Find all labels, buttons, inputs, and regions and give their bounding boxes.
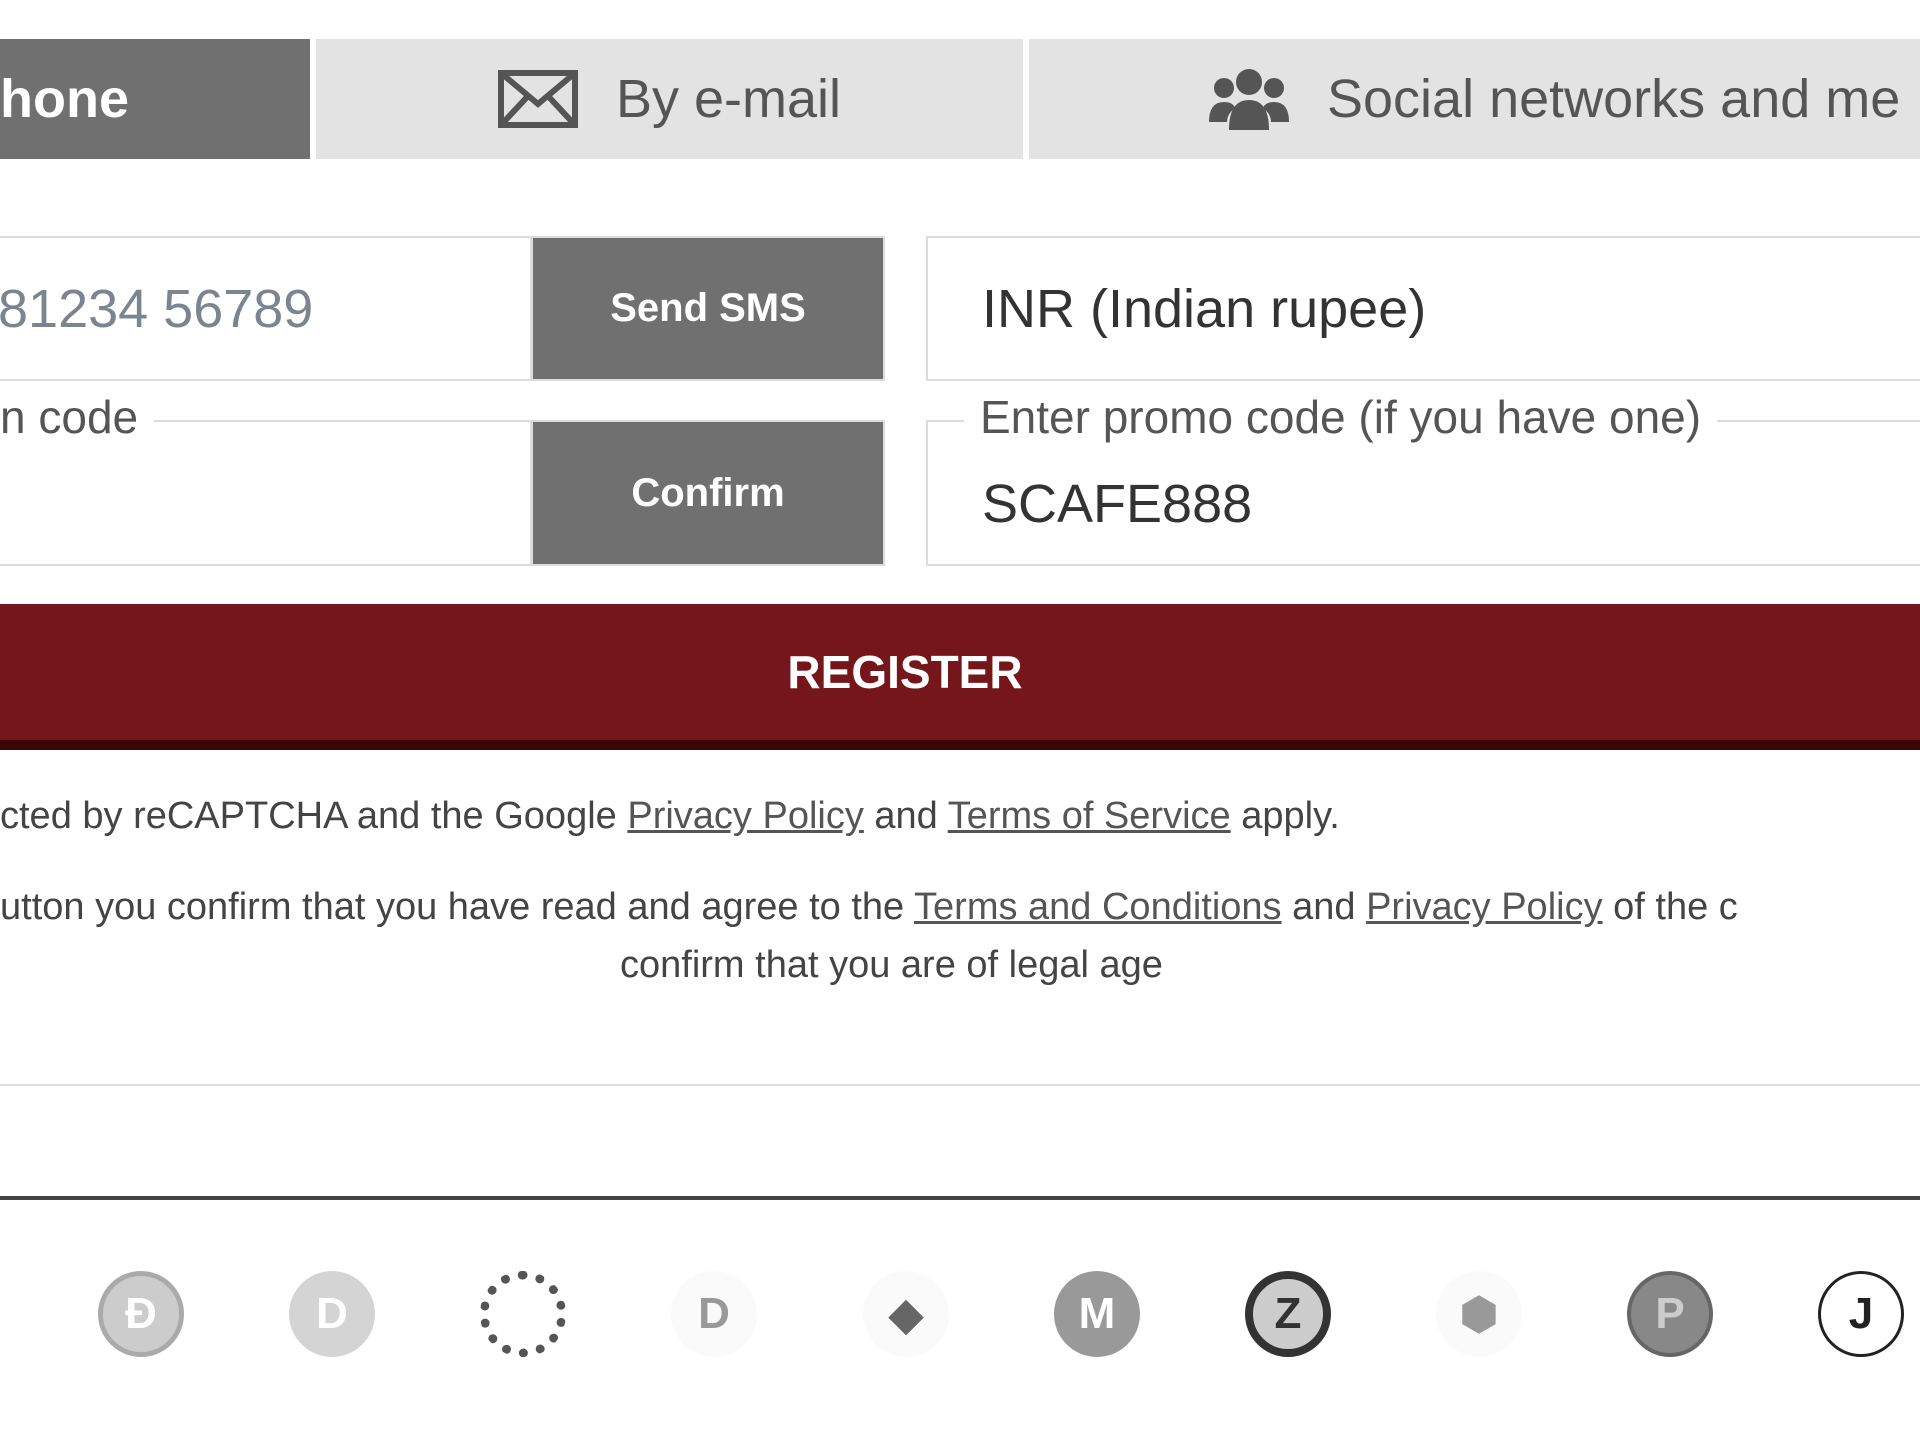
promo-code-legend: Enter promo code (if you have one): [964, 394, 1718, 440]
terms-conditions-link[interactable]: Terms and Conditions: [914, 886, 1282, 928]
currency-value: INR (Indian rupee): [982, 278, 1427, 339]
footer-border: [0, 1196, 1920, 1200]
dogecoin-icon: Ð: [98, 1271, 184, 1357]
text: utton you confirm that you have read and…: [0, 886, 905, 928]
text: cted by reCAPTCHA and the Google: [0, 795, 617, 837]
polkadot-icon: ●: [480, 1271, 566, 1357]
text: apply.: [1241, 795, 1340, 837]
confirmation-code-legend: n code: [0, 394, 155, 440]
tab-label: By e-mail: [615, 69, 842, 129]
text: of the c: [1613, 886, 1738, 928]
confirm-label: Confirm: [631, 470, 785, 515]
confirm-button[interactable]: Confirm: [531, 420, 885, 566]
tab-social[interactable]: Social networks and me: [1029, 39, 1920, 159]
tab-phone[interactable]: hone: [0, 39, 310, 159]
divider: [0, 1084, 1920, 1086]
phone-input[interactable]: 81234 56789: [0, 236, 532, 381]
tab-label: Social networks and me: [1327, 69, 1901, 129]
envelope-icon: [497, 70, 578, 128]
phone-value: 81234 56789: [0, 278, 314, 339]
zcash-icon: Z: [1245, 1271, 1331, 1357]
currency-select[interactable]: INR (Indian rupee): [926, 236, 1920, 381]
nem-icon: ⬢: [1436, 1271, 1522, 1357]
agreement-notice: utton you confirm that you have read and…: [0, 888, 1738, 926]
text: and: [1292, 886, 1356, 928]
ethereum-icon: ◆: [863, 1271, 949, 1357]
register-label: REGISTER: [787, 646, 1023, 698]
monero-icon: M: [1054, 1271, 1140, 1357]
users-icon: [1209, 69, 1289, 130]
dash-icon: D: [671, 1271, 757, 1357]
juventus-icon: J: [1818, 1271, 1904, 1357]
send-sms-label: Send SMS: [610, 286, 806, 330]
terms-of-service-link[interactable]: Terms of Service: [948, 795, 1231, 837]
privacy-policy-link[interactable]: Privacy Policy: [627, 795, 864, 837]
psg-icon: P: [1627, 1271, 1713, 1357]
dai-icon: D: [289, 1271, 375, 1357]
register-button[interactable]: REGISTER: [0, 604, 1920, 750]
text: and: [874, 795, 938, 837]
promo-value: SCAFE888: [982, 474, 1253, 534]
agreement-privacy-link[interactable]: Privacy Policy: [1366, 886, 1603, 928]
tab-email[interactable]: By e-mail: [316, 39, 1023, 159]
tab-label: hone: [0, 69, 129, 129]
send-sms-button[interactable]: Send SMS: [531, 236, 885, 381]
legal-age-notice: confirm that you are of legal age: [620, 944, 1163, 986]
recaptcha-notice: cted by reCAPTCHA and the Google Privacy…: [0, 797, 1340, 835]
